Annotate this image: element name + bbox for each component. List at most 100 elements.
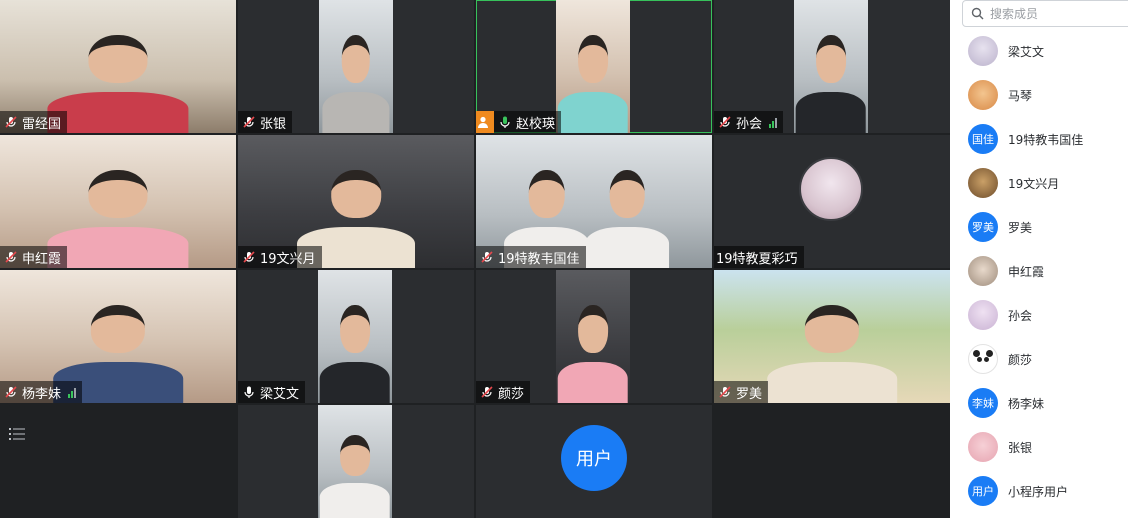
avatar: 用户 — [968, 476, 998, 506]
video-tile[interactable]: 梁艾文 — [238, 270, 474, 403]
mic-active-icon — [498, 115, 512, 129]
member-item[interactable]: 孙会 — [968, 300, 1032, 330]
participant-name: 雷经国 — [22, 116, 62, 132]
mic-muted-icon — [242, 250, 256, 264]
participant-label: 赵校瑛 — [476, 111, 562, 133]
video-feed — [318, 405, 392, 518]
avatar — [968, 432, 998, 462]
member-name: 杨李妹 — [1008, 396, 1045, 411]
member-list-panel: 梁艾文 马琴 国佳 19特教韦国佳 19文兴月 罗美 罗美 申红霞 孙会 颜莎 … — [950, 0, 1128, 518]
video-feed — [556, 0, 630, 133]
participant-label: 申红霞 — [0, 246, 68, 268]
member-name: 19文兴月 — [1008, 176, 1060, 191]
participant-name: 赵校瑛 — [516, 116, 556, 132]
mic-muted-icon — [4, 385, 18, 399]
participant-name: 申红霞 — [22, 251, 62, 267]
video-tile[interactable]: 雷经国 — [0, 0, 236, 133]
member-item[interactable]: 张银 — [968, 432, 1032, 462]
member-name: 申红霞 — [1008, 264, 1045, 279]
mic-muted-icon — [718, 385, 732, 399]
participant-name: 19特教韦国佳 — [498, 251, 580, 267]
mic-muted-icon — [480, 250, 494, 264]
mic-muted-icon — [4, 250, 18, 264]
avatar — [968, 256, 998, 286]
avatar: 李妹 — [968, 388, 998, 418]
member-name: 罗美 — [1008, 220, 1033, 235]
participant-video — [322, 29, 390, 133]
member-item[interactable]: 申红霞 — [968, 256, 1044, 286]
video-tile[interactable]: 19特教韦国佳 — [476, 135, 712, 268]
participant-video — [795, 29, 867, 133]
member-item[interactable]: 李妹 杨李妹 — [968, 388, 1044, 418]
member-name: 颜莎 — [1008, 352, 1033, 367]
video-feed — [794, 0, 868, 133]
signal-strength-icon — [769, 116, 778, 128]
mic-muted-icon — [242, 115, 256, 129]
search-input[interactable] — [990, 6, 1120, 21]
host-icon — [476, 111, 494, 133]
member-item[interactable]: 马琴 — [968, 80, 1032, 110]
participant-label: 孙会 — [714, 111, 784, 133]
avatar: 用户 — [561, 425, 627, 491]
participant-label: 19特教夏彩巧 — [714, 246, 804, 268]
video-tile[interactable]: 杨李妹 — [0, 270, 236, 403]
participant-label: 颜莎 — [476, 381, 531, 403]
avatar: 罗美 — [968, 212, 998, 242]
participant-label: 梁艾文 — [238, 381, 306, 403]
avatar — [799, 157, 863, 221]
video-tile[interactable] — [238, 405, 474, 518]
member-name: 19特教韦国佳 — [1008, 132, 1084, 147]
video-grid: 雷经国 张银 赵校瑛 孙会 申红霞 19文兴月 19特教韦国佳 19特教夏彩巧 … — [0, 0, 950, 518]
participant-name: 孙会 — [736, 116, 763, 132]
mic-muted-icon — [480, 385, 494, 399]
member-item[interactable]: 19文兴月 — [968, 168, 1059, 198]
avatar — [968, 36, 998, 66]
list-icon[interactable] — [8, 425, 26, 443]
member-item[interactable]: 用户 小程序用户 — [968, 476, 1068, 506]
mic-icon — [242, 385, 256, 399]
participant-video — [319, 299, 391, 403]
participant-video — [767, 299, 897, 403]
member-item[interactable]: 罗美 罗美 — [968, 212, 1032, 242]
video-tile-camera-off[interactable]: 用户 — [476, 405, 712, 518]
video-tile[interactable]: 孙会 — [714, 0, 950, 133]
empty-tile — [714, 405, 950, 518]
participant-label: 罗美 — [714, 381, 769, 403]
search-icon — [971, 7, 984, 20]
avatar: 国佳 — [968, 124, 998, 154]
panda-avatar-icon — [968, 344, 998, 374]
participant-video — [584, 164, 670, 268]
video-tile[interactable]: 19文兴月 — [238, 135, 474, 268]
participant-video — [47, 164, 189, 268]
participant-name: 杨李妹 — [22, 386, 62, 402]
signal-strength-icon — [68, 386, 77, 398]
member-search[interactable] — [962, 0, 1128, 27]
participant-label: 雷经国 — [0, 111, 68, 133]
participant-name: 张银 — [260, 116, 287, 132]
avatar — [968, 168, 998, 198]
member-item[interactable]: 颜莎 — [968, 344, 1032, 374]
video-tile-camera-off[interactable]: 19特教夏彩巧 — [714, 135, 950, 268]
member-item[interactable]: 国佳 19特教韦国佳 — [968, 124, 1083, 154]
member-name: 孙会 — [1008, 308, 1033, 323]
participant-video — [557, 29, 629, 133]
participant-label: 19文兴月 — [238, 246, 322, 268]
video-feed — [556, 270, 630, 403]
participant-name: 颜莎 — [498, 386, 525, 402]
participant-label: 张银 — [238, 111, 293, 133]
avatar — [968, 80, 998, 110]
participant-video — [319, 430, 391, 518]
video-tile[interactable]: 罗美 — [714, 270, 950, 403]
video-tile[interactable]: 颜莎 — [476, 270, 712, 403]
participant-name: 梁艾文 — [260, 386, 300, 402]
video-tile[interactable]: 申红霞 — [0, 135, 236, 268]
participant-label: 19特教韦国佳 — [476, 246, 586, 268]
mic-muted-icon — [718, 115, 732, 129]
video-tile[interactable]: 张银 — [238, 0, 474, 133]
video-tile-active-speaker[interactable]: 赵校瑛 — [476, 0, 712, 133]
avatar — [968, 300, 998, 330]
participant-name: 19特教夏彩巧 — [716, 251, 798, 267]
member-name: 马琴 — [1008, 88, 1033, 103]
video-feed — [318, 270, 392, 403]
member-item[interactable]: 梁艾文 — [968, 36, 1044, 66]
